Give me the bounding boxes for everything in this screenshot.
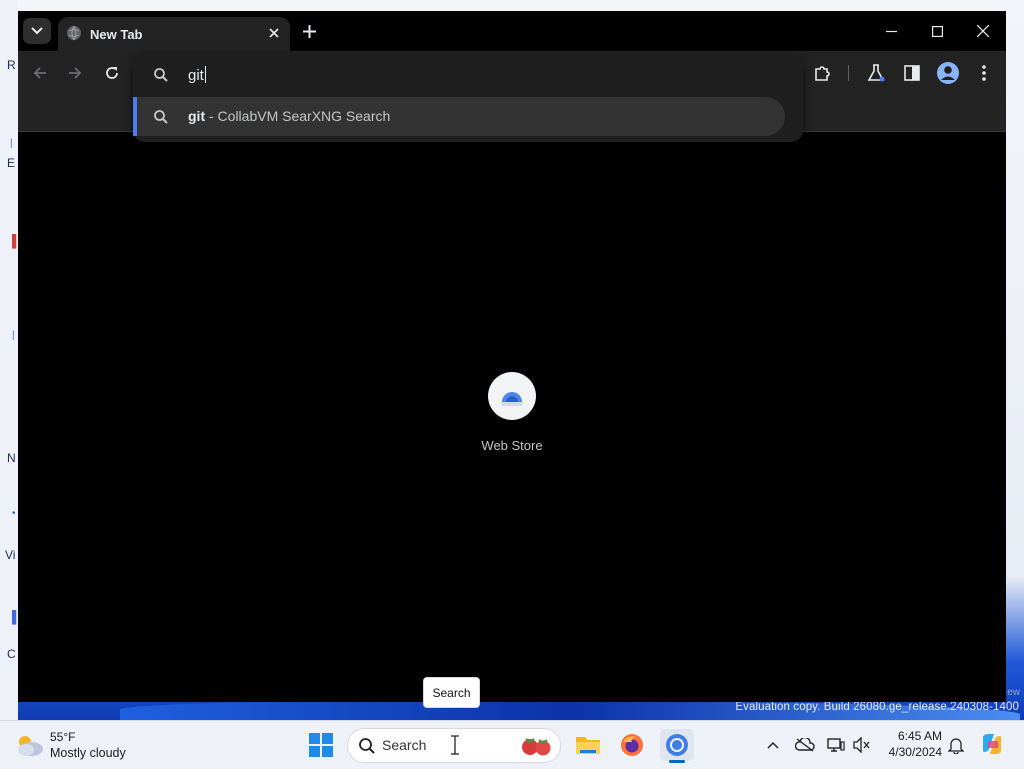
desktop-icon-label[interactable]: N [7,451,16,465]
plus-icon [302,24,316,38]
start-button[interactable] [305,729,337,761]
clock[interactable]: 6:45 AM 4/30/2024 [880,729,942,759]
chevron-down-icon [31,27,43,35]
watermark-tail: ew [1007,687,1020,698]
flask-icon [867,64,885,82]
maximize-button[interactable] [919,17,955,45]
labs-button[interactable] [864,61,888,85]
search-tooltip: Search [423,677,480,708]
arrow-right-icon [69,67,82,79]
chrome-icon [666,734,688,756]
folder-icon [576,737,600,754]
extensions-button[interactable] [811,61,835,85]
firefox-icon [621,734,643,756]
close-window-button[interactable] [965,17,1001,45]
copilot-button[interactable] [980,732,1004,756]
network-tray-button[interactable] [826,735,846,755]
taskbar-app-file-explorer[interactable] [571,729,605,761]
side-panel-icon [904,65,920,81]
address-input[interactable]: git [188,66,206,84]
tab-close-button[interactable] [264,23,284,43]
weather-temperature: 55°F [50,730,76,744]
puzzle-icon [815,66,830,81]
desktop-icons-strip: R | E ▌ | N • Vi ▌ C [0,0,21,720]
taskbar-app-chrome[interactable] [660,729,694,761]
taskbar-app-firefox[interactable] [615,729,649,761]
desktop-icon-marker: • [12,508,16,519]
maximize-icon [931,25,943,37]
toolbar-divider [848,65,849,81]
omnibox-suggestion[interactable]: git - CollabVM SearXNG Search [133,97,785,136]
more-vert-icon [982,65,986,81]
menu-button[interactable] [972,61,996,85]
reload-icon [106,67,118,79]
clock-time: 6:45 AM [897,729,942,743]
suggestion-query: git [188,108,206,124]
minimize-icon [885,30,897,32]
volume-tray-button[interactable] [852,735,872,755]
text-cursor-icon [451,735,459,755]
globe-icon [67,25,81,41]
desktop-icon-label[interactable]: R [7,58,16,72]
title-bar: New Tab [18,11,1006,51]
shortcut-label: Web Store [481,438,543,453]
desktop-icon-marker: | [12,330,15,341]
active-app-indicator [669,760,685,763]
close-icon [977,25,989,37]
weather-widget[interactable]: 55°F Mostly cloudy [14,729,144,763]
strawberry-icon [522,738,551,756]
taskbar: 55°F Mostly cloudy Search 6:45 AM 4/30/2… [0,720,1024,769]
forward-button[interactable] [63,61,87,85]
cloud-offline-icon [795,738,815,752]
reload-button[interactable] [100,61,124,85]
minimize-button[interactable] [873,17,909,45]
search-icon [154,110,168,124]
show-hidden-icons-button[interactable] [763,735,783,755]
monitor-network-icon [827,738,845,752]
side-panel-button[interactable] [900,61,924,85]
omnibox-dropdown: git git - CollabVM SearXNG Search [133,53,803,142]
clock-date: 4/30/2024 [888,745,942,759]
notifications-button[interactable] [946,735,966,755]
chevron-up-icon [767,741,779,749]
close-icon [269,28,279,38]
evaluation-watermark: Evaluation copy. Build 26080.ge_release.… [735,701,1019,713]
search-icon [154,68,168,82]
browser-window: New Tab Web Store git git - CollabVM Sea… [18,11,1006,702]
new-tab-page: Web Store [18,132,1006,702]
suggestion-engine: - CollabVM SearXNG Search [205,108,391,124]
avatar-icon [937,62,959,84]
text-caret [204,66,206,83]
arrow-left-icon [33,67,46,79]
address-bar[interactable]: git [133,53,803,97]
taskbar-search-placeholder: Search [382,737,427,753]
onedrive-tray-button[interactable] [795,735,815,755]
tab-search-button[interactable] [23,18,51,44]
shortcut-web-store[interactable]: Web Store [470,372,554,462]
tab-title: New Tab [90,27,143,42]
web-store-icon [502,392,522,406]
desktop-icon-label[interactable]: E [7,156,15,170]
weather-condition: Mostly cloudy [50,746,126,760]
selection-indicator [133,97,137,136]
desktop-icon-label[interactable]: Vi [5,548,15,562]
tab-new-tab[interactable]: New Tab [58,17,290,51]
suggestion-text: git - CollabVM SearXNG Search [188,108,390,124]
shortcut-icon-tile [488,372,536,420]
copilot-icon [983,734,1001,754]
desktop-icon-marker: | [10,138,13,149]
windows-logo-icon [309,733,333,757]
back-button[interactable] [28,61,52,85]
cloud-sun-icon [18,736,43,756]
search-icon [359,738,375,754]
speaker-muted-icon [853,737,870,753]
address-input-value: git [188,67,204,84]
profile-button[interactable] [936,61,960,85]
bell-icon [948,738,964,754]
new-tab-button[interactable] [298,20,320,42]
desktop-icon-label[interactable]: C [7,647,16,661]
